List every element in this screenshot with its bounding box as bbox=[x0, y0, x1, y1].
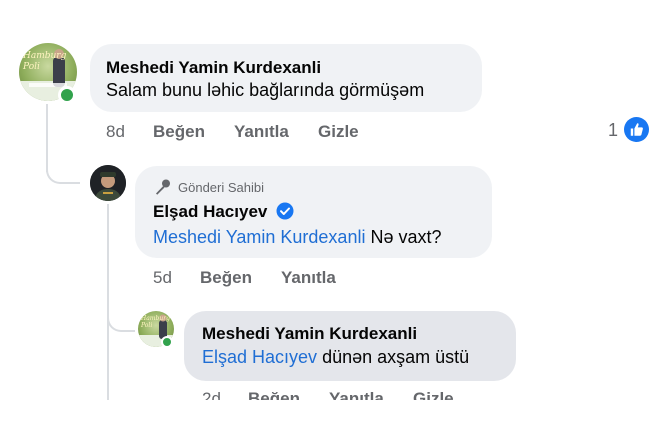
thread-connector-2 bbox=[107, 300, 135, 332]
reaction-summary[interactable]: 1 bbox=[608, 117, 650, 143]
mention-link[interactable]: Meshedi Yamin Kurdexanli bbox=[153, 227, 365, 247]
thumbs-up-icon bbox=[624, 117, 649, 142]
mention-link[interactable]: Elşad Hacıyev bbox=[202, 347, 317, 367]
avatar[interactable] bbox=[90, 165, 126, 201]
comment-text: Salam bunu ləhic bağlarında görmüşəm bbox=[106, 80, 425, 100]
like-button[interactable]: Beğen bbox=[200, 268, 252, 288]
comment-author[interactable]: Meshedi Yamin Kurdexanli bbox=[202, 324, 417, 344]
like-button[interactable]: Beğen bbox=[153, 122, 205, 142]
author-row: Elşad Hacıyev bbox=[153, 202, 294, 222]
hide-button[interactable]: Gizle bbox=[318, 122, 359, 142]
comment-text-body: dünən axşam üstü bbox=[317, 347, 470, 367]
comment-text: Meshedi Yamin Kurdexanli Nə vaxt? bbox=[153, 227, 442, 248]
comment-time[interactable]: 8d bbox=[106, 122, 125, 142]
comment-author[interactable]: Meshedi Yamin Kurdexanli bbox=[106, 58, 321, 78]
avatar-caption: Hamburg Poli bbox=[141, 315, 170, 329]
online-status-indicator bbox=[58, 86, 76, 104]
comment-time[interactable]: 5d bbox=[153, 268, 172, 288]
comment-bubble bbox=[90, 44, 482, 112]
comment-bubble bbox=[184, 311, 516, 381]
reaction-count: 1 bbox=[608, 120, 619, 140]
avatar-caption: Hamburg Poli bbox=[23, 51, 67, 72]
author-badge: Gönderi Sahibi bbox=[178, 180, 264, 195]
online-status-indicator bbox=[161, 336, 173, 348]
comment-text-body: Nə vaxt? bbox=[365, 227, 442, 247]
comment-text: Elşad Hacıyev dünən axşam üstü bbox=[202, 347, 469, 368]
avatar-photo bbox=[90, 165, 126, 201]
microphone-icon bbox=[154, 178, 172, 196]
comment-author[interactable]: Elşad Hacıyev bbox=[153, 202, 267, 221]
verified-badge-icon bbox=[276, 202, 294, 220]
bottom-fade bbox=[0, 400, 660, 441]
reply-button[interactable]: Yanıtla bbox=[281, 268, 336, 288]
thread-connector-1 bbox=[46, 152, 80, 184]
reply-button[interactable]: Yanıtla bbox=[234, 122, 289, 142]
